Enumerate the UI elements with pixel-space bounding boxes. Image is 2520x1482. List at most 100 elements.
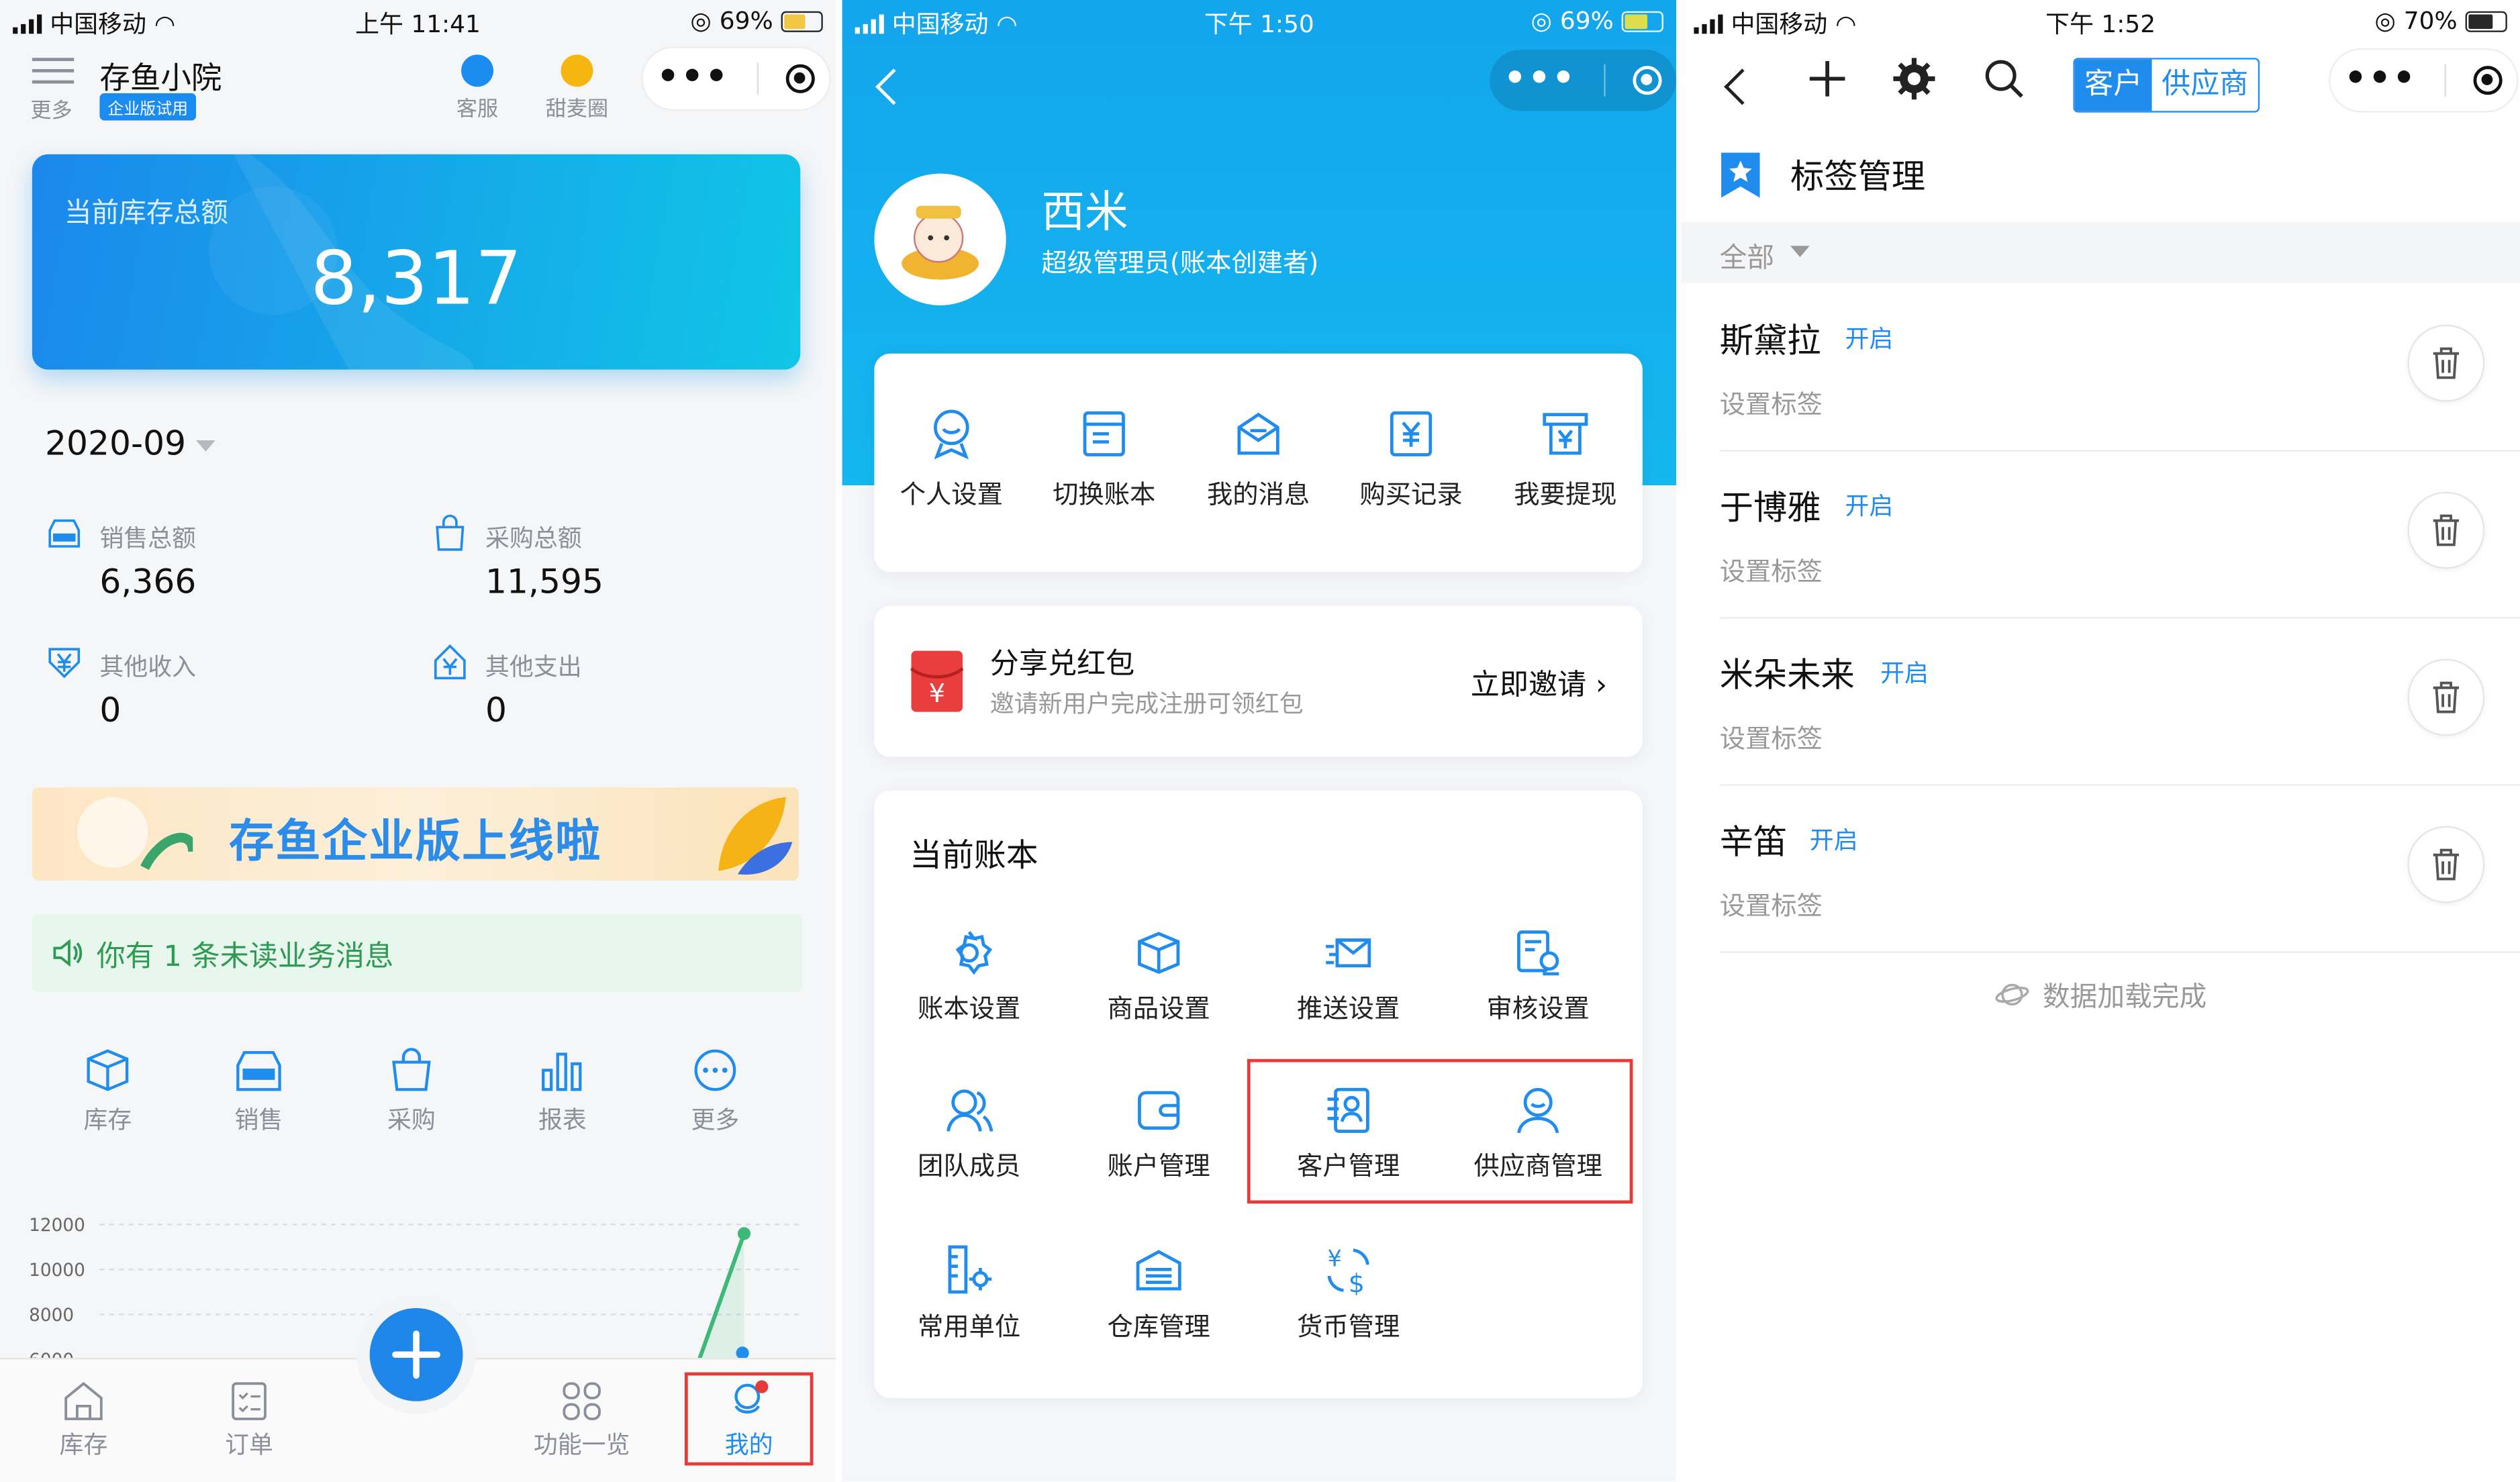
action-label: 购买记录 — [1359, 479, 1463, 509]
avatar[interactable] — [874, 173, 1006, 305]
share-card[interactable]: ¥ 分享兑红包 邀请新用户完成注册可领红包 立即邀请 › — [874, 605, 1643, 757]
close-miniapp-icon[interactable] — [1633, 66, 1663, 95]
review-icon — [1517, 930, 1559, 976]
review-settings-button[interactable]: 审核设置 — [1443, 929, 1633, 1026]
status-toggle[interactable]: 开启 — [1845, 322, 1893, 355]
tab-bar: 库存 订单 功能一览 我的 — [0, 1307, 836, 1482]
book-settings-button[interactable]: 账本设置 — [874, 929, 1064, 1026]
product-settings-button[interactable]: 商品设置 — [1064, 929, 1254, 1026]
set-tag-link[interactable]: 设置标签 — [1720, 717, 1823, 755]
shop-name[interactable]: 存鱼小院 — [99, 54, 222, 98]
menu-icon[interactable] — [32, 58, 75, 91]
action-label: 个人设置 — [900, 479, 1003, 509]
send-mail-icon — [1326, 938, 1371, 968]
contact-name: 于博雅 — [1719, 488, 1821, 528]
list-item[interactable]: 斯黛拉 开启 设置标签 — [1719, 283, 2520, 452]
segment-supplier[interactable]: 供应商 — [2151, 59, 2258, 111]
warehouse-icon — [1136, 1250, 1181, 1291]
battery-icon — [781, 10, 823, 32]
tab-stock[interactable]: 库存 — [19, 1379, 148, 1461]
quick-purchase[interactable]: 采购 — [363, 1048, 460, 1136]
stock-total-card[interactable]: 当前库存总额 8,317 — [32, 154, 801, 370]
month-selector[interactable]: 2020-09 — [45, 424, 215, 463]
push-settings-button[interactable]: 推送设置 — [1253, 929, 1443, 1026]
tab-features[interactable]: 功能一览 — [518, 1379, 646, 1461]
currency-management-button[interactable]: ¥ $ 货币管理 — [1253, 1244, 1443, 1343]
highlight-box — [1247, 1058, 1633, 1204]
envelope-icon — [1237, 412, 1279, 455]
quick-more[interactable]: 更多 — [667, 1048, 764, 1136]
list-item[interactable]: 于博雅 开启 设置标签 — [1719, 450, 2520, 619]
warehouse-management-button[interactable]: 仓库管理 — [1064, 1244, 1254, 1343]
add-button[interactable] — [369, 1307, 463, 1401]
status-toggle[interactable]: 开启 — [1880, 656, 1929, 689]
common-units-button[interactable]: 常用单位 — [874, 1244, 1064, 1343]
plus-icon[interactable] — [1806, 58, 1848, 99]
delete-button[interactable] — [2407, 491, 2485, 569]
status-toggle[interactable]: 开启 — [1810, 823, 1858, 856]
unread-notice[interactable]: 你有 1 条未读业务消息 — [32, 914, 802, 992]
set-tag-link[interactable]: 设置标签 — [1720, 884, 1823, 922]
account-management-button[interactable]: 账户管理 — [1064, 1086, 1254, 1183]
quick-reports[interactable]: 报表 — [514, 1048, 611, 1136]
house-icon — [64, 1381, 103, 1420]
promo-banner-text: 存鱼企业版上线啦 — [229, 814, 602, 868]
ruler-gear-icon — [948, 1245, 992, 1294]
purchase-records-button[interactable]: 购买记录 — [1334, 408, 1488, 511]
account-item-label: 账本设置 — [918, 993, 1021, 1024]
quick-stock[interactable]: 库存 — [60, 1048, 156, 1136]
my-messages-button[interactable]: 我的消息 — [1181, 408, 1336, 511]
close-miniapp-icon[interactable] — [786, 64, 816, 93]
person-badge-icon — [933, 409, 969, 460]
set-tag-link[interactable]: 设置标签 — [1720, 550, 1823, 588]
personal-settings-button[interactable]: 个人设置 — [874, 408, 1028, 511]
home-screen: 中国移动 ◠ 上午 11:41 ◎ 69% 更多 存鱼小院 企业版试用 客服 甜麦圈… — [0, 0, 836, 1482]
switch-book-button[interactable]: 切换账本 — [1027, 408, 1181, 511]
stat-value: 0 — [485, 691, 507, 730]
delete-button[interactable] — [2407, 324, 2485, 402]
search-icon[interactable] — [1983, 58, 2025, 99]
team-icon — [947, 1089, 994, 1132]
more-menu-label[interactable]: 更多 — [30, 93, 72, 124]
stat-value: 6,366 — [99, 562, 197, 601]
order-list-icon — [232, 1382, 266, 1420]
contact-name: 米朵未来 — [1719, 655, 1855, 695]
tag-management-screen: 中国移动 ◠ 下午 1:52 ◎ 70% 客户 供应商 ••• 标签管理 全部 斯黛… — [1681, 0, 2520, 1482]
leaf-icon — [718, 797, 793, 875]
customer-service-button[interactable]: 客服 — [445, 54, 510, 122]
profile-actions-card: 个人设置 切换账本 我的消息 购买记录 我要提现 — [874, 353, 1643, 573]
share-subtitle: 邀请新用户完成注册可领红包 — [989, 689, 1304, 719]
more-options-icon[interactable]: ••• — [2344, 62, 2417, 98]
box-icon — [87, 1049, 129, 1091]
more-options-icon[interactable]: ••• — [657, 60, 729, 97]
sale-icon — [236, 1051, 281, 1091]
team-members-button[interactable]: 团队成员 — [874, 1086, 1064, 1183]
invite-button[interactable]: 立即邀请 › — [1471, 662, 1607, 703]
rotation-lock-icon: ◎ — [690, 6, 712, 36]
gear-icon[interactable] — [1893, 58, 1935, 100]
back-icon[interactable] — [1724, 68, 1761, 105]
set-tag-link[interactable]: 设置标签 — [1720, 383, 1823, 421]
more-options-icon[interactable]: ••• — [1504, 62, 1576, 98]
delete-button[interactable] — [2407, 826, 2485, 903]
tab-orders[interactable]: 订单 — [185, 1379, 313, 1461]
promo-banner[interactable]: 存鱼企业版上线啦 — [32, 787, 799, 881]
list-item[interactable]: 米朵未来 开启 设置标签 — [1719, 617, 2520, 786]
account-item-label: 推送设置 — [1297, 993, 1400, 1024]
status-toggle[interactable]: 开启 — [1845, 489, 1893, 522]
close-miniapp-icon[interactable] — [2474, 66, 2503, 95]
customer-service-label: 客服 — [456, 98, 499, 122]
segment-customer[interactable]: 客户 — [2074, 59, 2152, 111]
list-item[interactable]: 辛笛 开启 设置标签 — [1719, 784, 2520, 953]
delete-button[interactable] — [2407, 658, 2485, 736]
quick-link-label: 更多 — [691, 1105, 740, 1135]
filter-dropdown[interactable]: 全部 — [1681, 221, 2520, 283]
caret-down-icon — [1790, 246, 1810, 258]
withdraw-icon — [1543, 413, 1588, 455]
current-account-card: 当前账本 账本设置 商品设置 推送设置 审核设置 团队成员 账户管理 客户管理 … — [874, 790, 1643, 1398]
withdraw-button[interactable]: 我要提现 — [1488, 408, 1643, 511]
community-button[interactable]: 甜麦圈 — [545, 54, 610, 122]
quick-sales[interactable]: 销售 — [211, 1048, 307, 1136]
share-title: 分享兑红包 — [989, 647, 1135, 682]
account-item-label: 审核设置 — [1486, 993, 1590, 1024]
